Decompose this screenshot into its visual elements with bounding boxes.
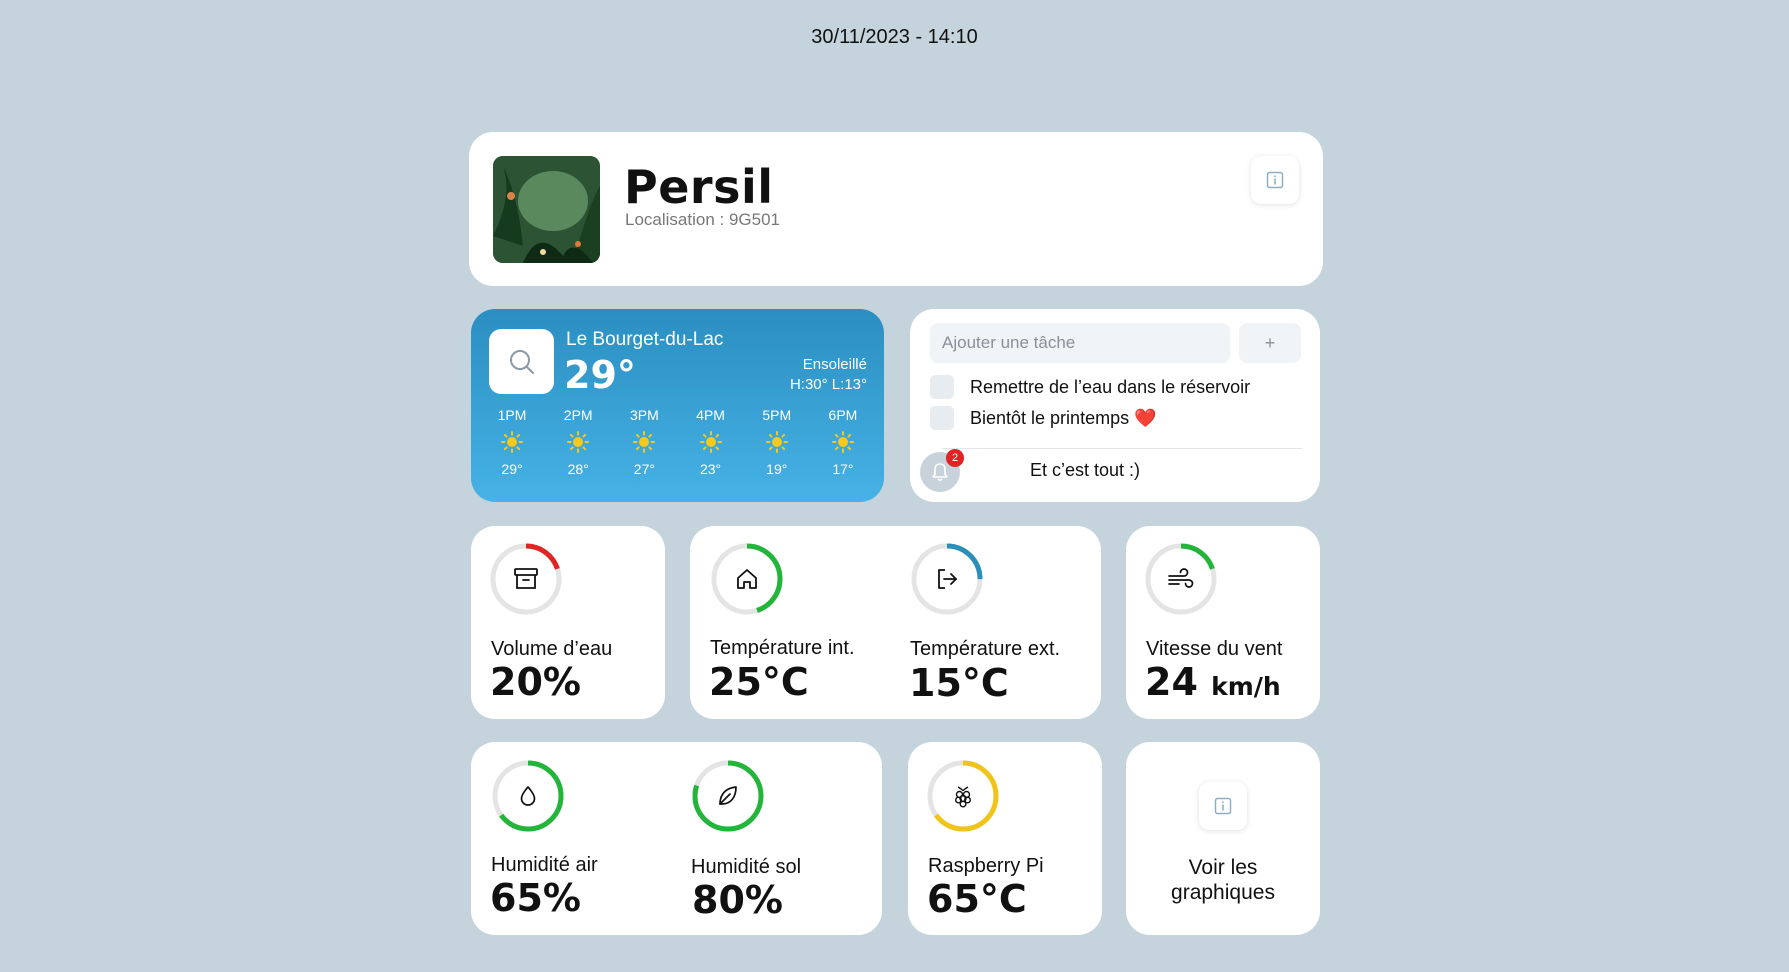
task-card: + Remettre de l’eau dans le réservoir Bi… xyxy=(910,309,1320,502)
task-divider xyxy=(942,448,1302,449)
wind-icon xyxy=(1168,568,1194,588)
forecast-time: 4PM xyxy=(696,407,725,423)
temp-int-gauge xyxy=(708,540,786,618)
sun-icon xyxy=(567,431,590,453)
forecast-temp: 23° xyxy=(699,461,722,477)
humidity-air-gauge xyxy=(489,757,567,835)
weather-search-button[interactable] xyxy=(489,329,554,394)
forecast-temp: 19° xyxy=(766,461,788,477)
task-footer-text: Et c’est tout :) xyxy=(1030,460,1141,480)
task-input[interactable] xyxy=(930,323,1230,363)
sun-icon xyxy=(831,431,854,453)
sun-icon xyxy=(633,431,656,453)
raspberry-pi-card[interactable]: Raspberry Pi 65°C xyxy=(908,742,1102,935)
plant-photo xyxy=(493,156,600,263)
task-item: Remettre de l’eau dans le réservoir xyxy=(930,375,1250,399)
weather-city: Le Bourget-du-Lac xyxy=(566,329,724,350)
metric-label: Température int. xyxy=(710,637,855,659)
temperature-card[interactable]: Température int. 25°C Température ext. 1… xyxy=(690,526,1101,719)
weather-hilo: H:30° L:13° xyxy=(789,376,867,393)
info-icon xyxy=(1214,797,1232,815)
wind-gauge xyxy=(1142,540,1220,618)
view-graphs-label: Voir les graphiques xyxy=(1171,856,1275,904)
metric-label: Humidité sol xyxy=(691,856,802,878)
leaf-icon xyxy=(719,786,737,805)
task-checkbox[interactable] xyxy=(930,406,954,430)
search-icon xyxy=(509,349,534,374)
plant-name: Persil xyxy=(624,160,774,214)
notification-badge: 2 xyxy=(946,449,964,467)
metric-label: Température ext. xyxy=(910,638,1061,660)
raspberry-gauge xyxy=(924,757,1002,835)
datetime: 30/11/2023 - 14:10 xyxy=(811,26,978,48)
metric-value: 15°C xyxy=(909,661,1009,705)
graphs-info-button[interactable] xyxy=(1199,782,1247,830)
forecast-time: 3PM xyxy=(629,407,659,423)
raspberry-icon xyxy=(954,786,971,808)
task-text: Remettre de l’eau dans le réservoir xyxy=(970,376,1251,397)
forecast-hour: 3PM 27° xyxy=(613,407,675,477)
sun-icon xyxy=(501,431,523,453)
forecast-hour: 4PM 23° xyxy=(680,407,742,477)
weather-temp: 29° xyxy=(564,353,636,397)
sun-icon xyxy=(699,431,722,453)
forecast-time: 6PM xyxy=(828,407,858,423)
metric-label: Humidité air xyxy=(491,854,598,876)
wind-unit: km/h xyxy=(1211,672,1281,701)
forecast-temp: 28° xyxy=(567,461,589,477)
sun-icon xyxy=(765,431,788,453)
archive-icon xyxy=(514,568,538,589)
forecast-hour: 6PM 17° xyxy=(812,407,874,477)
plant-header-card: Persil Localisation : 9G501 xyxy=(469,132,1323,286)
forecast-time: 5PM xyxy=(762,407,792,423)
metric-label: Vitesse du vent xyxy=(1146,638,1283,660)
home-icon xyxy=(737,569,757,589)
forecast-hour: 1PM 29° xyxy=(481,407,543,477)
temp-ext-gauge xyxy=(908,540,986,618)
add-task-button[interactable]: + xyxy=(1239,323,1301,363)
weather-card: Le Bourget-du-Lac 29° Ensoleillé H:30° L… xyxy=(471,309,884,502)
water-volume-card[interactable]: Volume d’eau 20% xyxy=(471,526,665,719)
plant-location: Localisation : 9G501 xyxy=(625,210,780,229)
humidity-card[interactable]: Humidité air 65% Humidité sol 80% xyxy=(471,742,882,935)
task-checkbox[interactable] xyxy=(930,375,954,399)
forecast-hour: 5PM 19° xyxy=(746,407,808,477)
task-item: Bientôt le printemps ❤️ xyxy=(930,406,1157,430)
view-graphs-card[interactable]: Voir les graphiques xyxy=(1126,742,1320,935)
wind-value: 24 xyxy=(1145,660,1198,704)
water-gauge xyxy=(487,540,565,618)
metric-label: Volume d’eau xyxy=(491,638,613,660)
metric-value: 20% xyxy=(490,660,581,704)
humidity-soil-gauge xyxy=(689,757,767,835)
metric-value: 65°C xyxy=(927,877,1027,921)
forecast-temp: 17° xyxy=(832,461,854,477)
forecast-time: 1PM xyxy=(497,407,527,423)
forecast-hour: 2PM 28° xyxy=(547,407,609,477)
metric-value: 24 km/h xyxy=(1145,660,1281,704)
forecast-temp: 27° xyxy=(633,461,655,477)
metric-value: 80% xyxy=(692,878,783,922)
info-icon xyxy=(1266,171,1284,189)
hourly-forecast: 1PM 29° 2PM 28° 3PM 27° 4PM 23° 5PM 19° … xyxy=(481,407,874,477)
forecast-time: 2PM xyxy=(563,407,593,423)
logout-icon xyxy=(938,569,957,589)
metric-value: 65% xyxy=(490,876,581,920)
plant-info-button[interactable] xyxy=(1251,156,1299,204)
metric-label: Raspberry Pi xyxy=(928,855,1044,877)
forecast-temp: 29° xyxy=(501,461,523,477)
task-text: Bientôt le printemps ❤️ xyxy=(970,407,1157,428)
droplet-icon xyxy=(520,786,536,806)
weather-condition: Ensoleillé xyxy=(802,356,867,373)
metric-value: 25°C xyxy=(709,660,809,704)
wind-speed-card[interactable]: Vitesse du vent 24 km/h xyxy=(1126,526,1320,719)
